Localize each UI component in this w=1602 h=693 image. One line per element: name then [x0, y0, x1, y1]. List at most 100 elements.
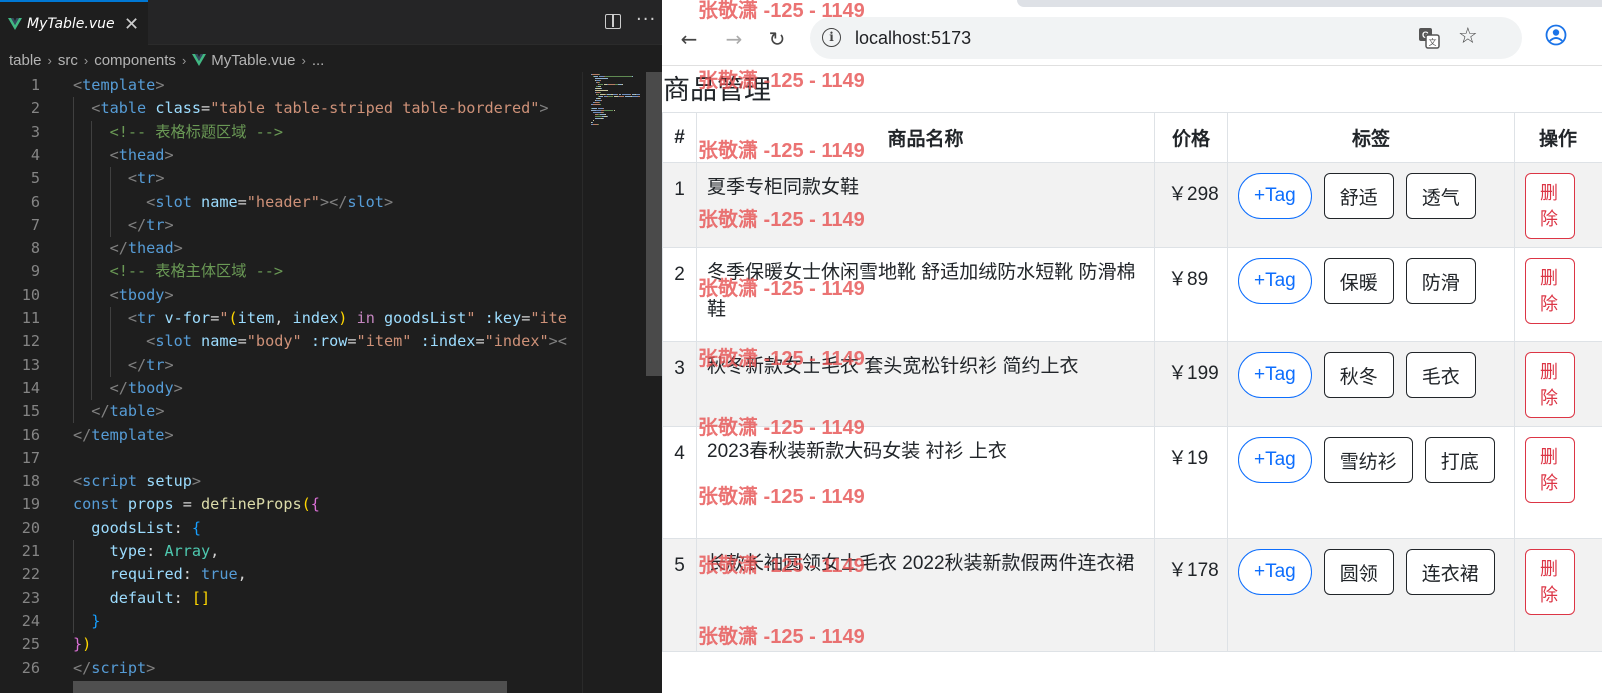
- horizontal-scrollbar[interactable]: [73, 681, 507, 693]
- code-text: </tbody>: [73, 377, 183, 400]
- code-token: required: [109, 565, 183, 584]
- delete-button[interactable]: 删除: [1525, 437, 1575, 503]
- code-line[interactable]: 24 }: [0, 610, 590, 633]
- page-title: 商品管理: [663, 75, 771, 105]
- delete-button[interactable]: 删除: [1525, 173, 1575, 239]
- add-tag-button[interactable]: +Tag: [1238, 549, 1312, 595]
- code-line[interactable]: 9 <!-- 表格主体区域 -->: [0, 260, 590, 283]
- add-tag-button[interactable]: +Tag: [1238, 437, 1312, 483]
- vertical-scrollbar[interactable]: [646, 72, 662, 376]
- minimap[interactable]: [582, 72, 646, 693]
- code-token: tbody: [118, 285, 165, 304]
- split-editor-icon[interactable]: [605, 14, 621, 29]
- code-line[interactable]: 12 <slot name="body" :row="item" :index=…: [0, 330, 590, 353]
- tag-button[interactable]: 舒适: [1323, 173, 1394, 219]
- code-line[interactable]: 19 const props = defineProps({: [0, 493, 590, 516]
- profile-icon[interactable]: [1545, 24, 1567, 46]
- star-icon[interactable]: ☆: [1458, 24, 1478, 49]
- add-tag-button[interactable]: +Tag: [1238, 258, 1312, 304]
- code-line[interactable]: 18 <script setup>: [0, 470, 590, 493]
- minimap-line: [599, 82, 601, 83]
- tag-button[interactable]: 雪纺衫: [1323, 437, 1413, 483]
- tag-button[interactable]: 保暖: [1323, 258, 1394, 304]
- code-token: class: [155, 99, 202, 118]
- code-line[interactable]: 23 default: []: [0, 587, 590, 610]
- line-number: 5: [30, 169, 40, 188]
- svg-text:文: 文: [1429, 37, 1437, 47]
- code-text: </template>: [73, 424, 174, 447]
- address-bar[interactable]: i localhost:5173 G 文 ☆: [810, 17, 1522, 59]
- code-area[interactable]: 1 <template> 2 <table class="table table-s…: [0, 72, 590, 693]
- tag-button[interactable]: 连衣裙: [1405, 549, 1495, 595]
- tag-button[interactable]: 透气: [1405, 173, 1476, 219]
- code-line[interactable]: 10 <tbody>: [0, 284, 590, 307]
- tag-button[interactable]: 防滑: [1405, 258, 1476, 304]
- code-line[interactable]: 21 type: Array,: [0, 540, 590, 563]
- breadcrumb-item-symbols[interactable]: ...: [312, 52, 325, 69]
- code-token: =: [237, 192, 247, 211]
- tag-button[interactable]: 圆领: [1323, 549, 1394, 595]
- add-tag-button[interactable]: +Tag: [1238, 352, 1312, 398]
- code-line[interactable]: 7 </tr>: [0, 214, 590, 237]
- product-name: 秋冬新款女士毛衣 套头宽松针织衫 简约上衣: [696, 341, 1155, 427]
- code-line[interactable]: 5 <tr>: [0, 167, 590, 190]
- line-number: 24: [21, 611, 40, 630]
- tag-button[interactable]: 秋冬: [1323, 352, 1394, 398]
- code-line[interactable]: 6 <slot name="header"></slot>: [0, 191, 590, 214]
- code-token: >: [155, 76, 165, 94]
- code-line[interactable]: 22 required: true,: [0, 563, 590, 586]
- url-text[interactable]: localhost:5173: [855, 28, 971, 49]
- minimap-line: [631, 76, 633, 77]
- indent-guide: [73, 540, 74, 634]
- code-line[interactable]: 17: [0, 447, 590, 470]
- row-index: 1: [662, 162, 697, 248]
- code-text: const props = defineProps({: [73, 493, 320, 516]
- line-number: 2: [30, 99, 40, 118]
- code-line[interactable]: 26 </script>: [0, 657, 590, 680]
- breadcrumb-item-table[interactable]: table: [9, 52, 42, 69]
- code-line[interactable]: 2 <table class="table table-striped tabl…: [0, 97, 590, 120]
- code-text: <slot name="body" :row="item" :index="in…: [73, 330, 567, 353]
- line-number: 23: [21, 588, 40, 607]
- code-text: </tr>: [73, 214, 174, 237]
- back-icon[interactable]: ←: [674, 24, 704, 54]
- code-line[interactable]: 14 </tbody>: [0, 377, 590, 400]
- breadcrumb-item-file[interactable]: MyTable.vue: [211, 52, 295, 69]
- delete-button[interactable]: 删除: [1525, 258, 1575, 324]
- code-line[interactable]: 13 </tr>: [0, 354, 590, 377]
- minimap-line: [593, 76, 599, 77]
- code-line[interactable]: 8 </thead>: [0, 237, 590, 260]
- code-line[interactable]: 4 <thead>: [0, 144, 590, 167]
- code-line[interactable]: 11 <tr v-for="(item, index) in goodsList…: [0, 307, 590, 330]
- code-text: }: [73, 610, 100, 633]
- breadcrumb-item-components[interactable]: components: [94, 52, 176, 69]
- delete-button[interactable]: 删除: [1525, 549, 1575, 615]
- tag-button[interactable]: 毛衣: [1405, 352, 1476, 398]
- code-line[interactable]: 20 goodsList: {: [0, 517, 590, 540]
- breadcrumb-item-src[interactable]: src: [58, 52, 78, 69]
- close-icon[interactable]: ✕: [124, 14, 139, 35]
- code-token: table: [100, 99, 147, 118]
- table-row: 4 2023春秋装新款大码女装 衬衫 上衣 ￥19 +Tag 雪纺衫 打底 删除: [662, 426, 1602, 539]
- tag-list: +Tag 雪纺衫 打底: [1238, 437, 1506, 483]
- code-line[interactable]: 16 </template>: [0, 424, 590, 447]
- code-text: <tr v-for="(item, index) in goodsList" :…: [73, 307, 567, 330]
- code-line[interactable]: 3 <!-- 表格标题区域 -->: [0, 121, 590, 144]
- more-actions-icon[interactable]: ···: [636, 9, 656, 30]
- info-icon[interactable]: i: [822, 28, 841, 47]
- code-token: script: [82, 472, 138, 491]
- tag-button[interactable]: 打底: [1424, 437, 1495, 483]
- code-token: tr: [137, 309, 156, 327]
- add-tag-button[interactable]: +Tag: [1238, 173, 1312, 219]
- reload-icon[interactable]: ↻: [762, 24, 792, 54]
- delete-button[interactable]: 删除: [1525, 352, 1575, 418]
- translate-icon[interactable]: G 文: [1418, 27, 1440, 49]
- code-line[interactable]: 15 </table>: [0, 400, 590, 423]
- code-line[interactable]: 25}): [0, 633, 590, 656]
- minimap-line: [600, 100, 602, 101]
- editor-tab-mytable[interactable]: MyTable.vue ✕: [0, 0, 148, 46]
- code-line[interactable]: 1 <template>: [0, 74, 590, 97]
- forward-icon[interactable]: →: [719, 24, 749, 54]
